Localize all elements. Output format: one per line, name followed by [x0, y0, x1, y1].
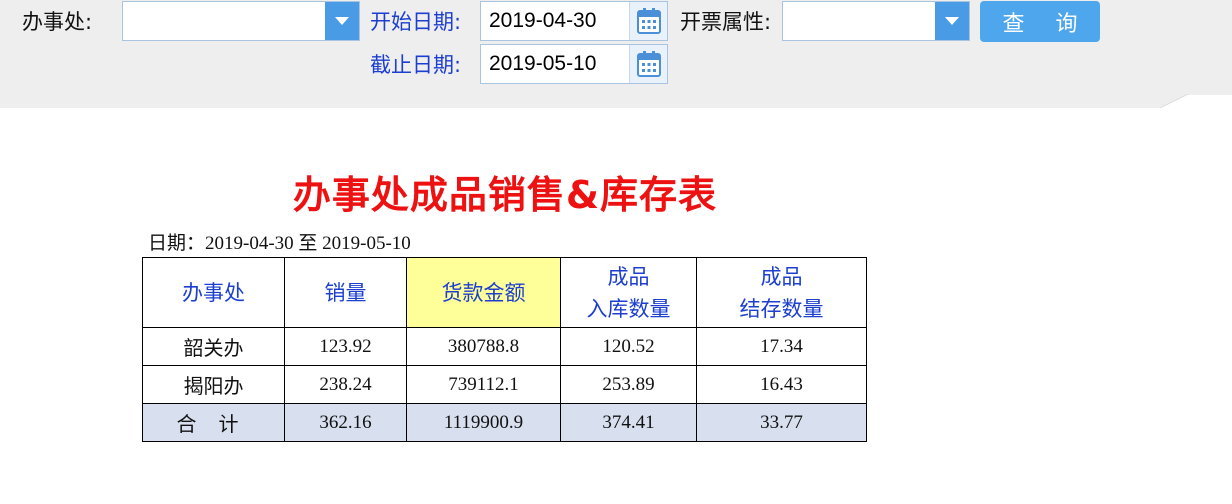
chevron-down-icon[interactable]: [935, 2, 969, 40]
cell-stock: 16.43: [696, 365, 867, 404]
panel-collapse-handle[interactable]: [1160, 94, 1232, 108]
cell-total-stock: 33.77: [696, 403, 867, 442]
table-header-row: 办事处 销量 货款金额 成品 入库数量 成品 结存数量: [142, 257, 867, 328]
end-date-value: 2019-05-10: [489, 52, 597, 75]
col-header-inbound: 成品 入库数量: [560, 257, 697, 328]
cell-total-label: 合计: [142, 403, 285, 442]
cell-inbound: 120.52: [560, 327, 697, 366]
query-button[interactable]: 查 询: [980, 1, 1100, 42]
report-title: 办事处成品销售&库存表: [292, 173, 718, 217]
end-date-label: 截止日期:: [370, 53, 462, 77]
cell-sales: 238.24: [284, 365, 407, 404]
col-header-amount: 货款金额: [406, 257, 561, 328]
col-header-sales: 销量: [284, 257, 407, 328]
invoice-attr-label: 开票属性:: [680, 10, 772, 34]
cell-total-inbound: 374.41: [560, 403, 697, 442]
report-date-range: 日期：2019-04-30 至 2019-05-10: [148, 233, 411, 254]
report-table: 办事处 销量 货款金额 成品 入库数量 成品 结存数量 韶关办 123.92 380…: [142, 257, 867, 442]
start-date-label: 开始日期:: [370, 10, 462, 34]
office-select[interactable]: [122, 1, 360, 41]
cell-office: 韶关办: [142, 327, 285, 366]
calendar-icon[interactable]: [629, 45, 667, 83]
end-date-field[interactable]: 2019-05-10: [480, 44, 668, 84]
cell-inbound: 253.89: [560, 365, 697, 404]
cell-office: 揭阳办: [142, 365, 285, 404]
calendar-icon[interactable]: [629, 2, 667, 40]
cell-total-amount: 1119900.9: [406, 403, 561, 442]
table-total-row: 合计 362.16 1119900.9 374.41 33.77: [142, 403, 867, 442]
cell-amount: 380788.8: [406, 327, 561, 366]
cell-sales: 123.92: [284, 327, 407, 366]
cell-total-sales: 362.16: [284, 403, 407, 442]
start-date-field[interactable]: 2019-04-30: [480, 1, 668, 41]
office-label: 办事处:: [22, 10, 93, 34]
filter-toolbar: 办事处: 开始日期: 2019-04-30 开票属性: 查 询 截止日期: 20…: [0, 0, 1232, 108]
chevron-down-icon[interactable]: [325, 2, 359, 40]
start-date-value: 2019-04-30: [489, 9, 597, 32]
invoice-attr-select[interactable]: [782, 1, 970, 41]
cell-stock: 17.34: [696, 327, 867, 366]
col-header-office: 办事处: [142, 257, 285, 328]
table-row: 韶关办 123.92 380788.8 120.52 17.34: [142, 327, 867, 366]
cell-amount: 739112.1: [406, 365, 561, 404]
table-row: 揭阳办 238.24 739112.1 253.89 16.43: [142, 365, 867, 404]
col-header-stock: 成品 结存数量: [696, 257, 867, 328]
